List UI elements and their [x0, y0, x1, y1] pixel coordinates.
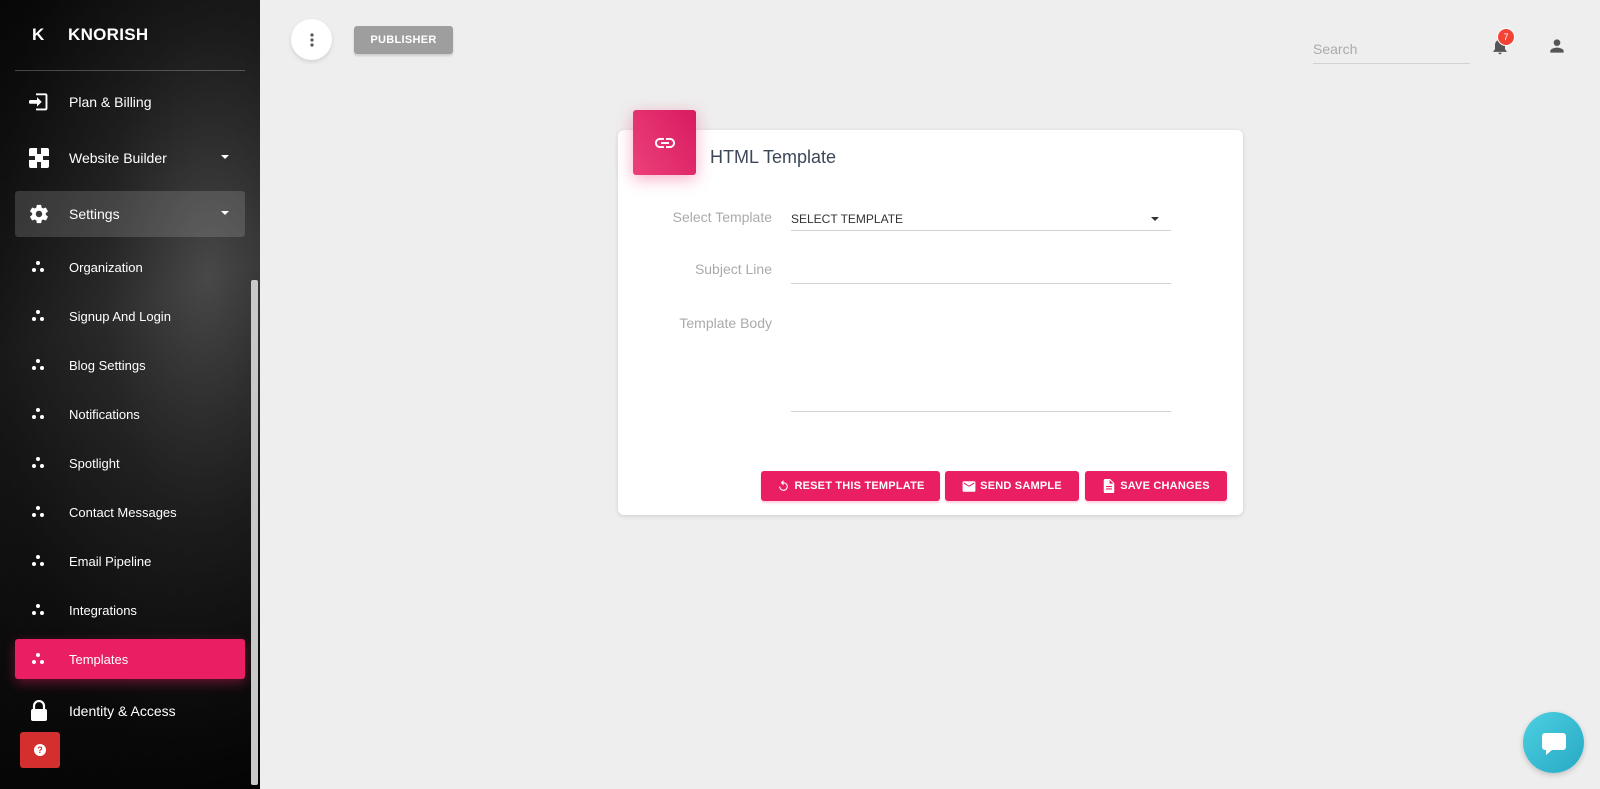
settings-submenu: Organization Signup And Login Blog Setti… — [0, 247, 260, 679]
dots-icon — [31, 651, 47, 667]
sidebar-item-label: Email Pipeline — [69, 553, 152, 569]
sidebar-item-settings[interactable]: Settings — [15, 191, 245, 237]
help-button[interactable]: ? — [20, 732, 60, 768]
template-body-label: Template Body — [679, 315, 772, 331]
dots-icon — [31, 504, 47, 520]
sidebar-item-spotlight[interactable]: Spotlight — [15, 443, 245, 483]
puzzle-icon — [27, 146, 51, 170]
question-icon: ? — [34, 744, 46, 756]
dots-icon — [31, 259, 47, 275]
sidebar-scrollbar[interactable] — [251, 280, 258, 785]
mail-icon — [962, 479, 976, 493]
brand-divider — [15, 70, 245, 71]
save-changes-label: SAVE CHANGES — [1120, 480, 1210, 492]
brand-name: KNORISH — [68, 25, 149, 44]
sidebar-item-plan-billing[interactable]: Plan & Billing — [15, 79, 245, 125]
more-vert-icon — [309, 32, 314, 47]
save-changes-button[interactable]: SAVE CHANGES — [1085, 471, 1227, 501]
sidebar-item-templates[interactable]: Templates — [15, 639, 245, 679]
chat-widget-button[interactable] — [1523, 712, 1584, 773]
send-sample-button[interactable]: SEND SAMPLE — [945, 471, 1079, 501]
card-title: HTML Template — [710, 147, 837, 167]
subject-line-input[interactable] — [791, 260, 1171, 284]
account-button[interactable] — [1547, 36, 1567, 56]
sidebar-item-label: Plan & Billing — [69, 94, 152, 110]
sidebar-item-notifications[interactable]: Notifications — [15, 394, 245, 434]
sidebar-item-label: Contact Messages — [69, 504, 177, 520]
sidebar-item-label: Settings — [69, 206, 120, 222]
sidebar-item-label: Organization — [69, 259, 143, 275]
sidebar-item-label: Website Builder — [69, 150, 167, 166]
sidebar: K KNORISH Plan & Billing Website Builder… — [0, 0, 260, 789]
lock-icon — [27, 699, 51, 723]
sidebar-item-identity-access[interactable]: Identity & Access — [15, 688, 245, 734]
template-body-textarea[interactable] — [791, 312, 1171, 412]
chat-icon — [1541, 732, 1566, 755]
more-menu-button[interactable] — [291, 19, 332, 60]
dots-icon — [31, 308, 47, 324]
link-icon — [654, 137, 675, 148]
sidebar-item-label: Identity & Access — [69, 703, 176, 719]
sidebar-item-integrations[interactable]: Integrations — [15, 590, 245, 630]
dots-icon — [31, 406, 47, 422]
dots-icon — [31, 357, 47, 373]
refresh-icon — [776, 479, 790, 493]
sidebar-item-label: Templates — [69, 651, 129, 667]
card-header-icon — [633, 110, 696, 175]
sign-in-icon — [27, 90, 51, 114]
document-icon — [1102, 479, 1116, 493]
search-input[interactable] — [1313, 34, 1470, 64]
send-sample-label: SEND SAMPLE — [980, 480, 1062, 492]
sidebar-item-label: Blog Settings — [69, 357, 146, 373]
person-icon — [1550, 39, 1564, 53]
publisher-button[interactable]: PUBLISHER — [354, 26, 453, 54]
dots-icon — [31, 455, 47, 471]
reset-template-button[interactable]: RESET THIS TEMPLATE — [761, 471, 940, 501]
select-template-label: Select Template — [672, 209, 772, 225]
brand[interactable]: K KNORISH — [0, 0, 260, 70]
dots-icon — [31, 602, 47, 618]
notification-badge: 7 — [1497, 28, 1515, 46]
chevron-down-icon — [1151, 217, 1159, 221]
subject-line-label: Subject Line — [694, 261, 772, 277]
sidebar-item-website-builder[interactable]: Website Builder — [15, 135, 245, 181]
select-template-dropdown[interactable]: SELECT TEMPLATE — [791, 209, 1171, 231]
reset-template-label: RESET THIS TEMPLATE — [794, 480, 925, 492]
sidebar-item-label: Notifications — [69, 406, 140, 422]
gear-icon — [27, 202, 51, 226]
brand-mini-logo: K — [32, 25, 45, 44]
sidebar-item-label: Signup And Login — [69, 308, 171, 324]
sidebar-nav: Plan & Billing Website Builder Settings — [0, 79, 260, 237]
select-template-value: SELECT TEMPLATE — [791, 212, 904, 226]
sidebar-item-organization[interactable]: Organization — [15, 247, 245, 287]
sidebar-item-label: Spotlight — [69, 455, 120, 471]
chevron-down-icon — [221, 211, 229, 215]
sidebar-item-signup-login[interactable]: Signup And Login — [15, 296, 245, 336]
sidebar-item-blog-settings[interactable]: Blog Settings — [15, 345, 245, 385]
sidebar-item-label: Integrations — [69, 602, 137, 618]
chevron-down-icon — [221, 155, 229, 159]
dots-icon — [31, 553, 47, 569]
sidebar-item-contact-messages[interactable]: Contact Messages — [15, 492, 245, 532]
sidebar-item-email-pipeline[interactable]: Email Pipeline — [15, 541, 245, 581]
